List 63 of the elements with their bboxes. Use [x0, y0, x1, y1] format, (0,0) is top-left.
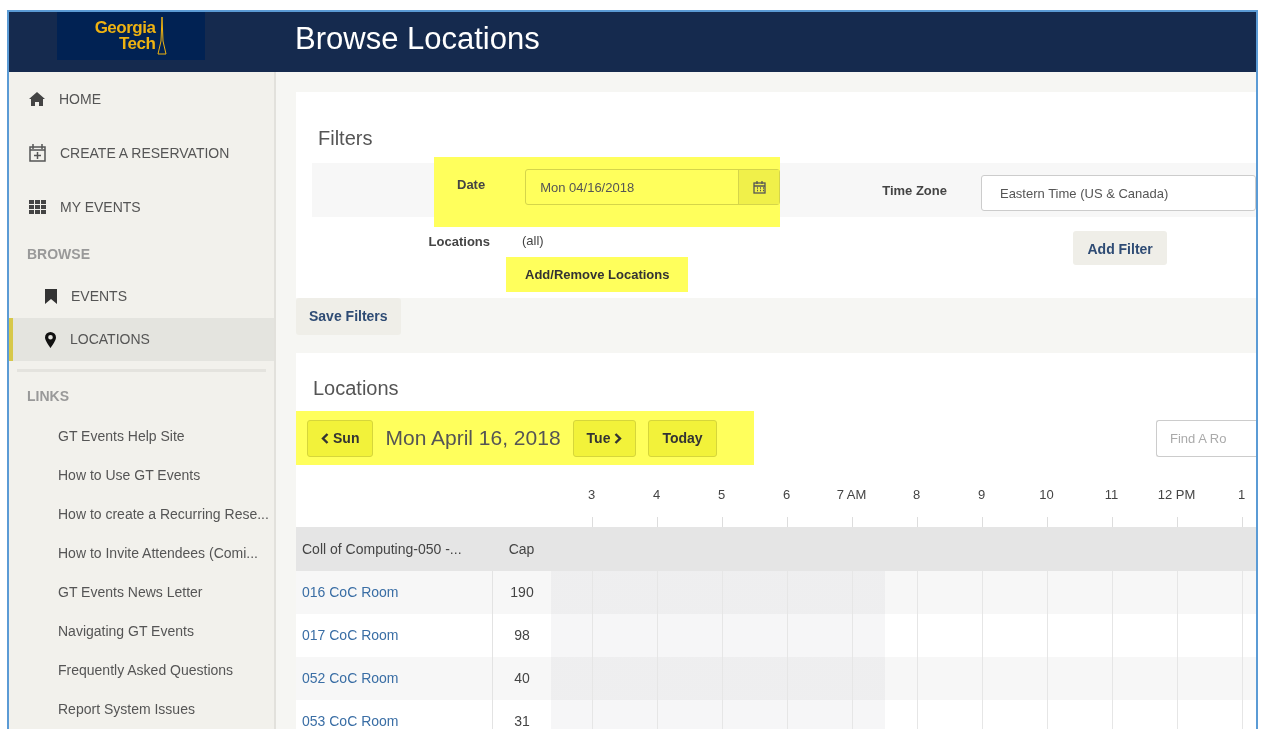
- section-title: Locations: [312, 376, 400, 401]
- current-date: Mon April 16, 2018: [385, 425, 561, 452]
- section-heading: BROWSE: [26, 245, 91, 264]
- home-icon: [29, 92, 45, 106]
- hour-label: 1: [1236, 486, 1247, 504]
- add-filter-button[interactable]: Add Filter: [1073, 231, 1167, 265]
- nav-item[interactable]: CREATE A RESERVATION: [9, 126, 274, 180]
- bookmark-icon: [45, 289, 57, 304]
- sidebar-link[interactable]: GT Events Help Site: [9, 417, 274, 456]
- hour-label: 9: [976, 486, 987, 504]
- save-filters-button[interactable]: Save Filters: [296, 298, 401, 335]
- hour-label: 11: [1103, 486, 1120, 504]
- room-link[interactable]: 052 CoC Room: [302, 668, 399, 689]
- hour-label: 5: [716, 486, 727, 504]
- sidebar-link[interactable]: Navigating GT Events: [9, 612, 274, 651]
- next-day-button[interactable]: Tue: [572, 419, 637, 457]
- nav-item[interactable]: EVENTS: [9, 275, 274, 318]
- page-title: Browse Locations: [295, 20, 540, 58]
- previous-day-button[interactable]: Sun: [307, 419, 374, 457]
- hour-label: 4: [651, 486, 662, 504]
- nav-item[interactable]: HOME: [9, 72, 274, 126]
- chevron-left-icon: [321, 432, 329, 444]
- hour-label: 6: [781, 486, 792, 504]
- capacity-cell-text: 190: [510, 583, 534, 602]
- room-search-field[interactable]: Find A Ro: [1156, 419, 1256, 457]
- field-label: Time Zone: [882, 182, 947, 200]
- date-input[interactable]: Mon 04/16/2018: [525, 169, 781, 205]
- hour-label: 3: [586, 486, 597, 504]
- sidebar-link[interactable]: GT Events News Letter: [9, 573, 274, 612]
- calendar-plus-icon: [29, 144, 46, 162]
- room-link[interactable]: 017 CoC Room: [302, 625, 399, 646]
- capacity-cell-text: 31: [514, 712, 530, 729]
- add-remove-locations-link[interactable]: Add/Remove Locations: [506, 256, 689, 292]
- field-label: Locations: [428, 234, 490, 249]
- sidebar-link[interactable]: Report System Issues: [9, 690, 274, 729]
- grid-icon: [29, 200, 46, 214]
- map-pin-icon: [45, 331, 56, 348]
- nav-item[interactable]: LOCATIONS: [9, 318, 274, 361]
- sidebar-link[interactable]: How to Invite Attendees (Comi...: [9, 534, 274, 573]
- capacity-cell-text: 98: [514, 626, 530, 645]
- sidebar-link[interactable]: How to Use GT Events: [9, 456, 274, 495]
- room-link[interactable]: 053 CoC Room: [302, 711, 399, 729]
- hour-label: 8: [911, 486, 922, 504]
- sidebar-link[interactable]: Frequently Asked Questions: [9, 651, 274, 690]
- tower-icon: [157, 17, 168, 55]
- hour-label: 7 AM: [835, 486, 868, 504]
- sidebar-link[interactable]: How to create a Recurring Rese...: [9, 495, 274, 534]
- section-heading: LINKS: [26, 387, 70, 406]
- field-label: Date: [457, 176, 486, 194]
- time-zone-select[interactable]: Eastern Time (US & Canada): [980, 175, 1256, 211]
- room-link[interactable]: 016 CoC Room: [302, 582, 399, 603]
- column-header: Cap: [508, 539, 535, 559]
- hour-label: 12 PM: [1156, 486, 1197, 504]
- chevron-right-icon: [614, 432, 623, 444]
- today-button[interactable]: Today: [648, 419, 717, 457]
- locations-value: (all): [522, 232, 544, 250]
- nav-item[interactable]: MY EVENTS: [9, 180, 274, 234]
- column-header: Coll of Computing-050 -...: [302, 539, 462, 559]
- logo[interactable]: Georgia Tech: [57, 12, 205, 60]
- capacity-cell-text: 40: [514, 669, 530, 688]
- hour-label: 10: [1038, 486, 1055, 504]
- section-title: Filters: [317, 126, 374, 151]
- calendar-icon[interactable]: [752, 180, 766, 194]
